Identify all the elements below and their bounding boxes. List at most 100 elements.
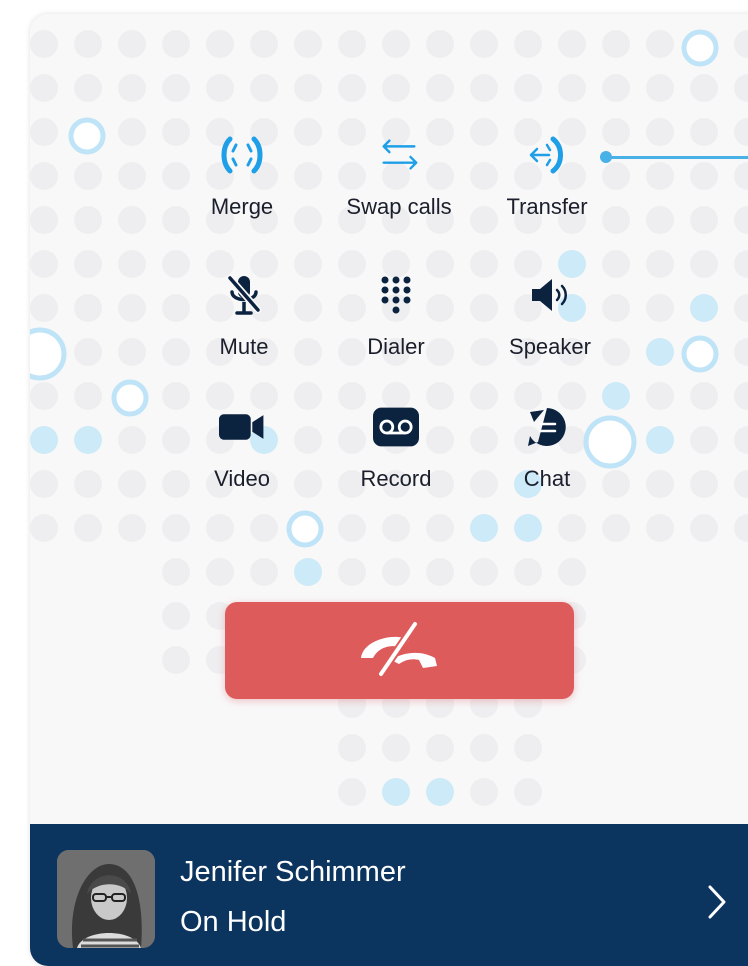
merge-button[interactable]: Merge (172, 132, 312, 232)
pattern-dot (206, 514, 234, 542)
end-call-button[interactable] (225, 602, 574, 699)
pattern-dot (470, 514, 498, 542)
pattern-dot (646, 162, 674, 190)
pattern-dot (338, 514, 366, 542)
caller-bar[interactable]: Jenifer Schimmer On Hold (30, 824, 748, 966)
pattern-dot (30, 470, 58, 498)
pattern-dot (690, 74, 718, 102)
pattern-dot (338, 734, 366, 762)
chevron-right-icon[interactable] (706, 884, 728, 925)
record-button[interactable]: Record (326, 404, 466, 504)
pattern-dot (558, 558, 586, 586)
pattern-dot (30, 30, 58, 58)
pattern-dot (646, 206, 674, 234)
pattern-dot (646, 74, 674, 102)
pattern-dot (338, 30, 366, 58)
dialer-button[interactable]: Dialer (326, 272, 466, 372)
hang-up-phone-icon (355, 618, 445, 683)
pattern-dot (734, 250, 748, 278)
pattern-ring (681, 29, 719, 67)
speaker-button[interactable]: Speaker (480, 272, 620, 372)
dialpad-icon (373, 272, 419, 318)
pattern-dot (734, 74, 748, 102)
pattern-dot (30, 162, 58, 190)
pattern-dot (646, 250, 674, 278)
pattern-dot (734, 294, 748, 322)
pattern-dot (734, 162, 748, 190)
pattern-dot (162, 30, 190, 58)
merge-label: Merge (210, 194, 274, 219)
pattern-dot (250, 514, 278, 542)
pattern-dot (690, 206, 718, 234)
transfer-button[interactable]: Transfer (477, 132, 617, 232)
speaker-icon (527, 272, 573, 318)
pattern-dot (250, 558, 278, 586)
pattern-dot (470, 74, 498, 102)
pattern-dot (118, 338, 146, 366)
pattern-dot (426, 74, 454, 102)
pattern-ring (111, 379, 149, 417)
pattern-dot (426, 778, 454, 806)
pattern-dot (118, 162, 146, 190)
pattern-dot (602, 30, 630, 58)
pattern-dot (734, 514, 748, 542)
pattern-dot (118, 470, 146, 498)
pattern-dot (338, 558, 366, 586)
chat-button[interactable]: Chat (477, 404, 617, 504)
pattern-dot (558, 74, 586, 102)
pattern-dot (426, 30, 454, 58)
video-button[interactable]: Video (172, 404, 312, 504)
pattern-dot (118, 250, 146, 278)
pattern-dot (74, 74, 102, 102)
pattern-dot (734, 338, 748, 366)
pattern-dot (382, 778, 410, 806)
mute-button[interactable]: Mute (174, 272, 314, 372)
pattern-dot (74, 30, 102, 58)
pattern-dot (338, 778, 366, 806)
pattern-dot (646, 338, 674, 366)
pattern-dot (646, 294, 674, 322)
pattern-dot (74, 426, 102, 454)
caller-status: On Hold (180, 906, 287, 938)
pattern-dot (382, 30, 410, 58)
pattern-dot (470, 30, 498, 58)
transfer-label: Transfer (506, 194, 588, 219)
pattern-dot (558, 30, 586, 58)
pattern-dot (162, 514, 190, 542)
pattern-dot (74, 338, 102, 366)
pattern-dot (118, 30, 146, 58)
pattern-dot (690, 470, 718, 498)
pattern-dot (734, 426, 748, 454)
pattern-dot (558, 514, 586, 542)
pattern-dot (690, 426, 718, 454)
swap-calls-icon (376, 132, 422, 178)
pattern-dot (294, 558, 322, 586)
pattern-dot (426, 514, 454, 542)
transfer-icon (524, 132, 570, 178)
pattern-dot (470, 778, 498, 806)
pattern-dot (74, 250, 102, 278)
pattern-dot (514, 558, 542, 586)
pattern-dot (690, 250, 718, 278)
pattern-dot (690, 514, 718, 542)
pattern-ring (68, 117, 106, 155)
pattern-dot (206, 30, 234, 58)
record-label: Record (360, 466, 432, 491)
speaker-label: Speaker (509, 334, 591, 359)
pattern-dot (690, 118, 718, 146)
pattern-dot (118, 206, 146, 234)
pattern-dot (74, 382, 102, 410)
pattern-dot (118, 514, 146, 542)
pattern-dot (206, 558, 234, 586)
pattern-dot (734, 470, 748, 498)
pattern-dot (646, 426, 674, 454)
chat-label: Chat (523, 466, 571, 491)
pattern-dot (74, 162, 102, 190)
pattern-dot (646, 470, 674, 498)
pattern-dot (734, 206, 748, 234)
pattern-dot (30, 118, 58, 146)
swap-calls-button[interactable]: Swap calls (329, 132, 469, 232)
pattern-dot (514, 734, 542, 762)
pattern-dot (294, 30, 322, 58)
pattern-dot (602, 514, 630, 542)
